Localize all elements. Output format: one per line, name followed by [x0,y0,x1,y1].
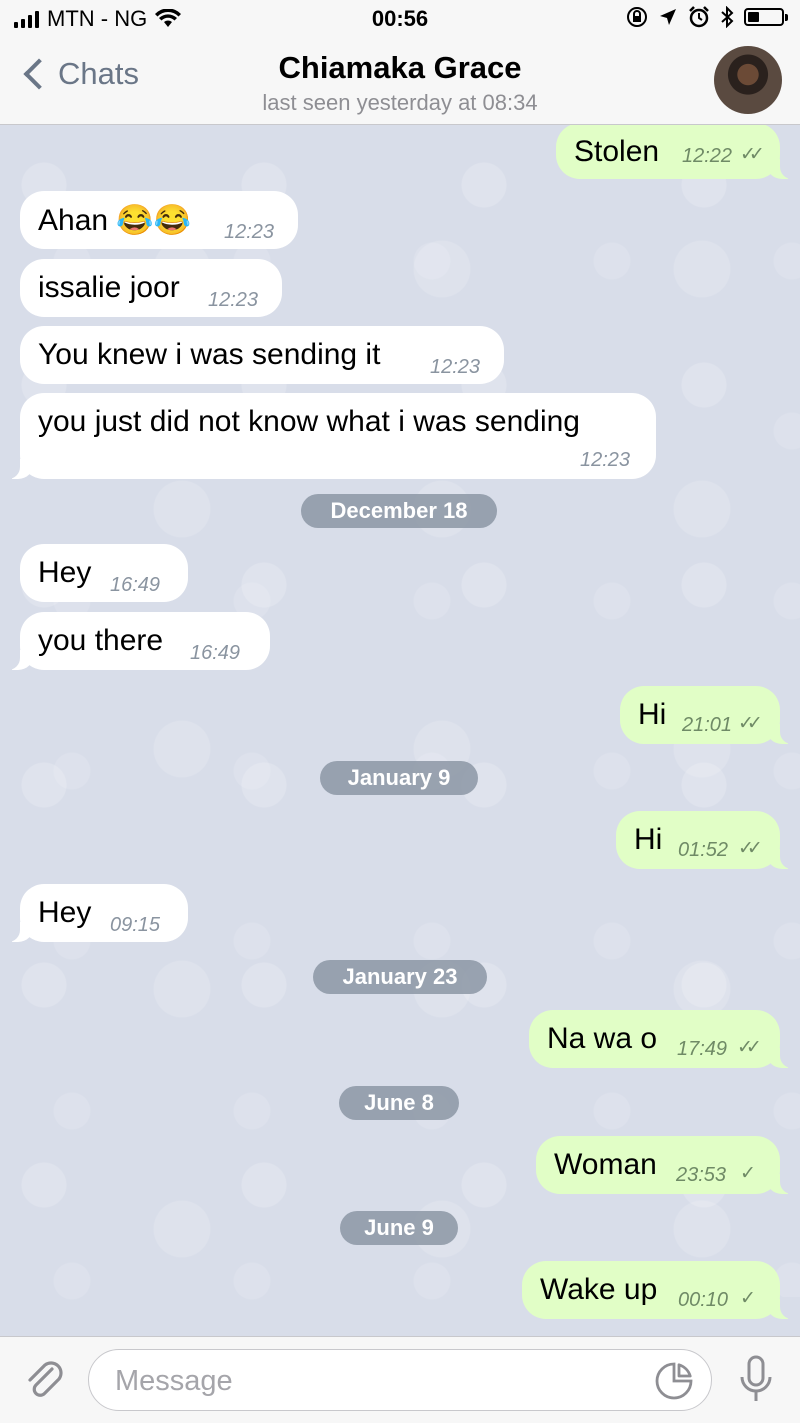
message-time: 09:15 [110,914,161,936]
message-list[interactable]: Stolen 12:22 ✓✓ Ahan 😂😂 12:23 issalie jo… [0,125,800,1335]
message-time: 12:22 [682,145,733,167]
date-separator: June 8 [339,1086,459,1120]
message-bubble-outgoing[interactable]: Hi 01:52 ✓✓ [616,811,800,869]
message-bubble-outgoing[interactable]: Hi 21:01 ✓✓ [620,686,800,744]
last-seen-status: last seen yesterday at 08:34 [262,90,538,115]
read-double-check-icon: ✓✓ [737,1037,762,1058]
message-time: 12:23 [224,221,275,243]
date-separator: June 9 [340,1211,458,1245]
read-double-check-icon: ✓✓ [738,838,763,859]
contact-name: Chiamaka Grace [278,50,522,85]
message-text: Wake up [540,1273,658,1306]
location-icon [660,9,676,25]
message-bubble-incoming[interactable]: you there 16:49 [0,612,270,670]
message-bubble-outgoing[interactable]: Stolen 12:22 ✓✓ [556,125,800,179]
message-bubble-outgoing[interactable]: Wake up 00:10 ✓ [522,1261,800,1319]
message-time: 23:53 [676,1164,727,1186]
sticker-icon[interactable] [655,1362,693,1400]
message-text: issalie joor [38,271,180,304]
message-time: 16:49 [190,642,241,664]
message-text: Hi [638,698,667,731]
attach-icon[interactable] [22,1357,68,1403]
microphone-icon[interactable] [738,1355,774,1405]
read-double-check-icon: ✓✓ [740,144,765,165]
sent-check-icon: ✓ [740,1163,756,1184]
message-text: Hi [634,823,663,856]
message-text: Woman [554,1148,657,1181]
message-bubble-incoming[interactable]: Hey 09:15 [0,884,188,942]
date-separator: January 23 [313,960,487,994]
message-field-container[interactable] [88,1349,712,1411]
message-time: 00:10 [678,1289,729,1311]
bluetooth-icon [721,6,734,28]
message-time: 17:49 [677,1038,728,1060]
chat-title-block[interactable]: Chiamaka Grace last seen yesterday at 08… [0,50,800,116]
avatar[interactable] [714,46,782,114]
message-time: 12:23 [580,449,631,471]
message-text: you there [38,624,164,657]
message-bubble-incoming[interactable]: Ahan 😂😂 12:23 [20,191,298,249]
message-time: 21:01 [682,714,733,736]
message-bubble-outgoing[interactable]: Na wa o 17:49 ✓✓ [529,1010,800,1068]
message-time: 01:52 [678,839,729,861]
alarm-icon [689,6,709,28]
message-text: Na wa o [547,1022,658,1055]
message-bubble-outgoing[interactable]: Woman 23:53 ✓ [536,1136,800,1194]
message-input[interactable] [113,1362,637,1400]
message-time: 12:23 [208,289,259,311]
battery-icon [744,8,788,26]
message-text: Ahan 😂😂 [38,204,192,237]
message-text: you just did not know what i was sending [38,405,580,438]
sent-check-icon: ✓ [740,1288,756,1309]
date-separator: January 9 [320,761,478,795]
message-text: Hey [38,896,92,929]
message-bubble-incoming[interactable]: you just did not know what i was sending… [0,393,656,479]
message-bubble-incoming[interactable]: You knew i was sending it 12:23 [20,326,504,384]
message-bubble-incoming[interactable]: issalie joor 12:23 [20,259,282,317]
message-time: 16:49 [110,574,161,596]
status-bar: MTN - NG 00:56 [0,0,800,40]
chat-header: Chats Chiamaka Grace last seen yesterday… [0,40,800,125]
message-text: Stolen [574,135,660,168]
orientation-lock-icon [627,7,647,27]
message-text: Hey [38,556,92,589]
composer-bar [0,1336,800,1423]
date-separator: December 18 [301,494,497,528]
message-text: You knew i was sending it [38,338,381,371]
read-double-check-icon: ✓✓ [738,713,763,734]
message-bubble-incoming[interactable]: Hey 16:49 [20,544,188,602]
message-time: 12:23 [430,356,481,378]
